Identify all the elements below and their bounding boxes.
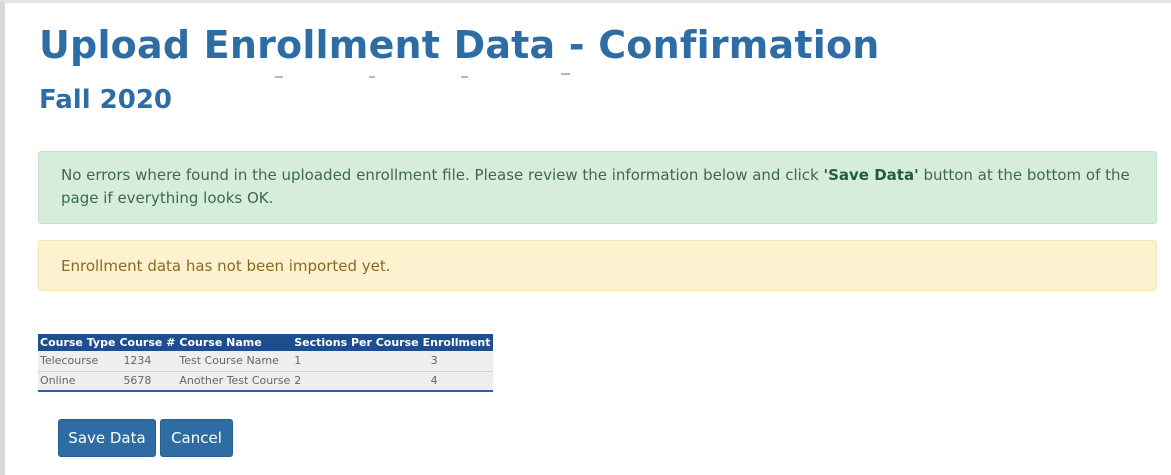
cell-enrollment: 3 [420, 351, 493, 372]
cell-course-type: Online [38, 371, 118, 392]
column-header-enrollment: Enrollment [420, 334, 493, 351]
cell-enrollment: 4 [420, 371, 493, 392]
cell-sections: 2 [292, 371, 421, 392]
table-header-row: Course Type Course # Course Name Section… [38, 334, 493, 351]
warning-alert: Enrollment data has not been imported ye… [38, 240, 1157, 291]
page-frame: Upload Enrollment Data - Confirmation Fa… [0, 0, 1171, 475]
cell-course-number: 1234 [117, 351, 178, 372]
title-divider-mark [275, 76, 283, 78]
success-alert: No errors where found in the uploaded en… [38, 151, 1157, 224]
enrollment-table: Course Type Course # Course Name Section… [38, 334, 493, 392]
table-row: Online 5678 Another Test Course 2 4 [38, 371, 493, 392]
cell-course-name: Test Course Name [177, 351, 293, 372]
column-header-course-number: Course # [117, 334, 178, 351]
table-row: Telecourse 1234 Test Course Name 1 3 [38, 351, 493, 372]
page-title: Upload Enrollment Data - Confirmation [39, 23, 880, 67]
column-header-course-name: Course Name [177, 334, 293, 351]
cell-course-type: Telecourse [38, 351, 118, 372]
save-data-emphasis: 'Save Data' [823, 166, 919, 184]
cell-course-number: 5678 [117, 371, 178, 392]
title-divider-mark [369, 76, 375, 78]
page-subtitle: Fall 2020 [39, 85, 173, 115]
cancel-button[interactable]: Cancel [160, 419, 233, 457]
warning-message: Enrollment data has not been imported ye… [61, 257, 391, 275]
save-data-button[interactable]: Save Data [58, 419, 156, 457]
column-header-sections: Sections Per Course [292, 334, 421, 351]
title-divider-mark [461, 76, 468, 78]
cell-course-name: Another Test Course [177, 371, 293, 392]
success-message-start: No errors where found in the uploaded en… [61, 166, 824, 184]
title-divider-mark [561, 73, 570, 75]
cell-sections: 1 [292, 351, 421, 372]
column-header-course-type: Course Type [38, 334, 118, 351]
